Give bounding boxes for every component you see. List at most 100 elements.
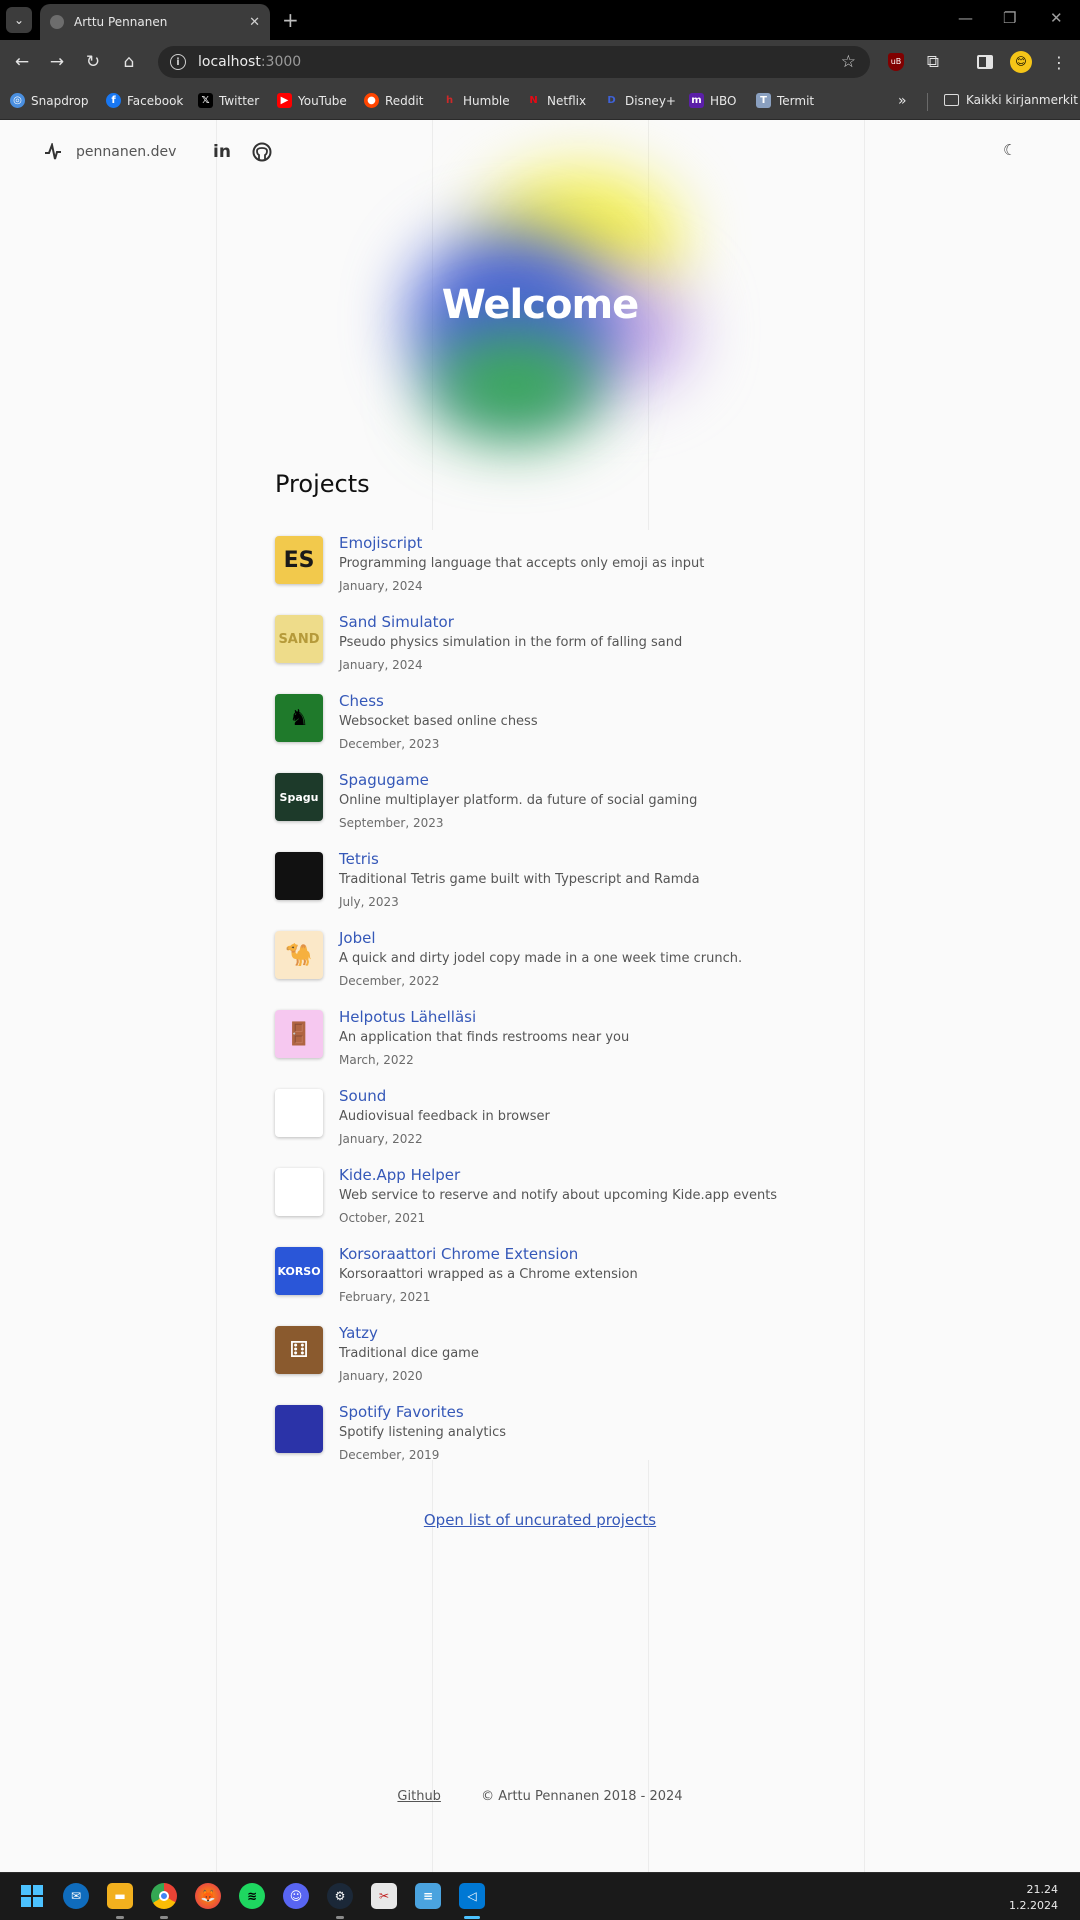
project-description: Pseudo physics simulation in the form of… [339,635,683,650]
facebook-icon: f [106,93,121,108]
x-icon: 𝕏 [198,93,213,108]
new-tab-button[interactable]: + [282,8,299,32]
project-thumbnail[interactable]: ES [275,536,323,584]
restore-button[interactable]: ❐ [1003,9,1016,27]
project-name[interactable]: Sound [339,1087,386,1105]
close-tab-icon[interactable]: ✕ [249,15,260,30]
project-name[interactable]: Korsoraattori Chrome Extension [339,1245,578,1263]
project-thumbnail[interactable]: 🚪 [275,1010,323,1058]
project-item[interactable]: Spagu Spagugame Online multiplayer platfor… [275,767,835,837]
spotify-icon[interactable]: ≋ [239,1883,265,1909]
reddit-icon: ● [364,93,379,108]
bookmark-snapdrop[interactable]: ◎ Snapdrop [10,93,88,108]
project-thumbnail[interactable]: Spagu [275,773,323,821]
project-item[interactable]: Sound Audiovisual feedback in browser Janu… [275,1083,835,1153]
project-thumbnail[interactable] [275,1168,323,1216]
site-info-icon[interactable]: i [170,54,186,70]
bookmark-label: HBO [710,93,737,108]
project-name[interactable]: Yatzy [339,1324,378,1342]
file-explorer-icon[interactable]: ▬ [107,1883,133,1909]
start-icon[interactable] [19,1883,45,1909]
bookmark-youtube[interactable]: ▶ YouTube [277,93,347,108]
bookmark-star-icon[interactable]: ☆ [841,52,856,72]
reload-button[interactable]: ↻ [81,50,105,74]
bookmark-netflix[interactable]: N Netflix [526,93,586,108]
running-indicator [160,1916,168,1919]
notepad-icon[interactable]: ≡ [415,1883,441,1909]
project-item[interactable]: 🚪 Helpotus Lähelläsi An application that f… [275,1004,835,1074]
bookmark-termit[interactable]: T Termit [756,93,814,108]
ublock-extension-icon[interactable]: uB [886,50,906,74]
bookmarks-divider [927,93,928,111]
project-name[interactable]: Kide.App Helper [339,1166,460,1184]
chrome-icon[interactable] [151,1883,177,1909]
project-thumbnail[interactable]: ♞ [275,694,323,742]
bookmark-disney[interactable]: D Disney+ [604,93,676,108]
bookmark-facebook[interactable]: f Facebook [106,93,183,108]
project-name[interactable]: Spagugame [339,771,429,789]
browser-tab[interactable]: Arttu Pennanen ✕ [40,4,270,40]
home-button[interactable]: ⌂ [117,50,141,74]
project-name[interactable]: Helpotus Lähelläsi [339,1008,476,1026]
project-thumbnail[interactable] [275,1089,323,1137]
project-item[interactable]: ♞ Chess Websocket based online chess Decemb… [275,688,835,758]
extensions-icon[interactable]: ⧉ [922,50,944,74]
project-description: Spotify listening analytics [339,1425,507,1440]
project-name[interactable]: Tetris [339,850,379,868]
browser-menu-icon[interactable]: ⋮ [1051,50,1067,74]
bookmark-humble[interactable]: h Humble [442,93,510,108]
more-bookmarks-chevron-icon[interactable]: » [898,93,907,109]
project-name[interactable]: Jobel [339,929,376,947]
footer-github-link[interactable]: Github [397,1789,441,1804]
project-thumbnail[interactable] [275,1405,323,1453]
close-window-button[interactable]: ✕ [1050,9,1063,27]
back-button[interactable]: ← [10,50,34,74]
project-thumbnail[interactable]: KORSO [275,1247,323,1295]
project-date: January, 2022 [339,1132,423,1146]
project-description: Web service to reserve and notify about … [339,1188,778,1203]
github-icon[interactable] [251,141,273,163]
running-indicator [116,1916,124,1919]
project-item[interactable]: Kide.App Helper Web service to reserve an… [275,1162,835,1232]
dark-mode-toggle-icon[interactable]: ☾ [1003,141,1016,159]
project-thumbnail[interactable]: SAND [275,615,323,663]
all-bookmarks-folder[interactable]: Kaikki kirjanmerkit [944,93,1078,107]
site-logo[interactable]: pennanen.dev [44,143,176,161]
project-name[interactable]: Chess [339,692,384,710]
project-name[interactable]: Emojiscript [339,534,422,552]
outlook-icon[interactable]: ✉ [63,1883,89,1909]
project-name[interactable]: Spotify Favorites [339,1403,464,1421]
project-thumbnail[interactable]: 🐪 [275,931,323,979]
project-item[interactable]: ⚅ Yatzy Traditional dice game January, 2020 [275,1320,835,1390]
side-panel-icon[interactable] [974,50,996,74]
snipping-tool-icon[interactable]: ✂ [371,1883,397,1909]
hero-banner: Welcome [320,150,760,480]
project-thumbnail[interactable]: ⚅ [275,1326,323,1374]
project-date: December, 2019 [339,1448,440,1462]
project-thumbnail[interactable] [275,852,323,900]
project-item[interactable]: Tetris Traditional Tetris game built with… [275,846,835,916]
forward-button[interactable]: → [45,50,69,74]
minimize-button[interactable]: — [958,9,973,27]
bookmark-reddit[interactable]: ● Reddit [364,93,423,108]
project-item[interactable]: ES Emojiscript Programming language that a… [275,530,835,600]
vscode-icon[interactable]: ◁ [459,1883,485,1909]
grid-line [864,120,865,1872]
profile-avatar[interactable]: 😊 [1009,50,1033,74]
project-item[interactable]: 🐪 Jobel A quick and dirty jodel copy made … [275,925,835,995]
project-name[interactable]: Sand Simulator [339,613,454,631]
linkedin-icon[interactable]: in [211,141,233,163]
tab-search-button[interactable]: ⌄ [6,7,32,33]
project-item[interactable]: SAND Sand Simulator Pseudo physics simulat… [275,609,835,679]
project-item[interactable]: KORSO Korsoraattori Chrome Extension Korso… [275,1241,835,1311]
discord-icon[interactable]: ☺ [283,1883,309,1909]
steam-icon[interactable]: ⚙ [327,1883,353,1909]
uncurated-projects-link[interactable]: Open list of uncurated projects [0,1511,1080,1529]
firefox-icon[interactable]: 🦊 [195,1883,221,1909]
gradient-blob [430,330,600,440]
project-item[interactable]: Spotify Favorites Spotify listening analy… [275,1399,835,1469]
address-bar[interactable]: i localhost:3000 ☆ [158,46,870,78]
bookmark-hbo[interactable]: m HBO [689,93,737,108]
bookmark-twitter[interactable]: 𝕏 Twitter [198,93,259,108]
system-clock[interactable]: 21.24 1.2.2024 [1009,1882,1058,1914]
